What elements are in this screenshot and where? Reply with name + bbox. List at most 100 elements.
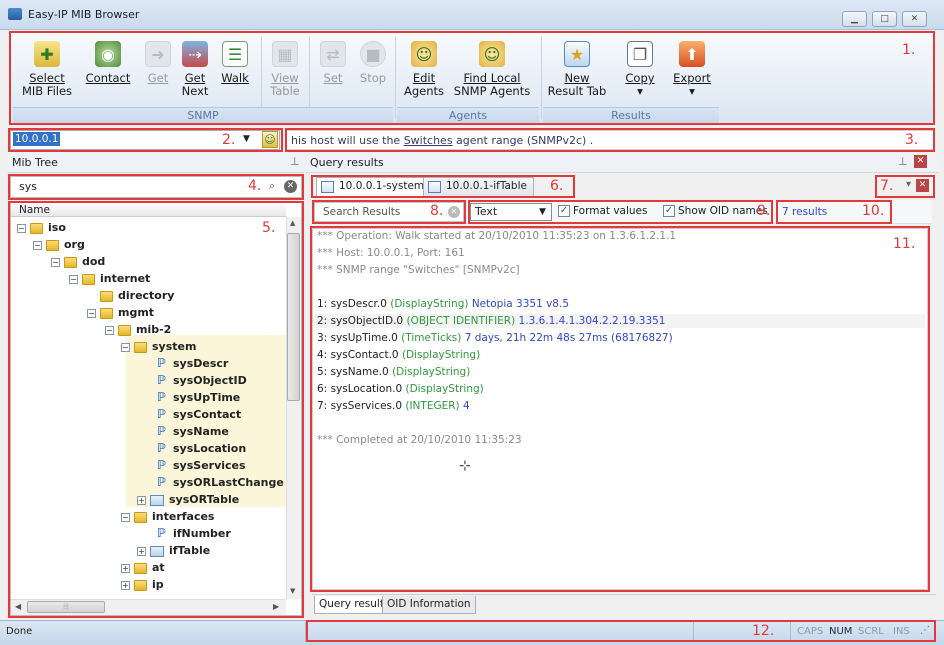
set-button[interactable]: ⇄ Set — [315, 41, 351, 85]
result-count: 7 results — [782, 206, 828, 218]
tree-vertical-scroll-thumb[interactable] — [287, 233, 300, 401]
clear-search-icon[interactable]: ✕ — [284, 180, 297, 193]
get-icon: ➜ — [145, 41, 171, 67]
host-dropdown-icon[interactable]: ▼ — [243, 134, 250, 144]
result-line[interactable]: 5: sysName.0 (DisplayString) — [317, 365, 470, 379]
stop-button[interactable]: ■ Stop — [355, 41, 391, 85]
annotation-4: 4. — [248, 178, 262, 194]
new-result-tab-button[interactable]: ★ New Result Tab — [547, 41, 607, 98]
format-values-checkbox[interactable]: ✓ — [558, 205, 570, 217]
get-button[interactable]: ➜ Get — [141, 41, 175, 85]
tab-oid-information[interactable]: OID Information — [382, 596, 476, 614]
search-icon[interactable]: ⌕ — [269, 179, 275, 193]
tree-node-iso[interactable]: − iso — [17, 219, 66, 236]
annotation-10: 10. — [862, 203, 885, 219]
close-pane-icon[interactable]: ✕ — [914, 155, 927, 168]
get-next-button[interactable]: ⇢ Get Next — [177, 41, 213, 98]
annotation-5: 5. — [262, 220, 276, 236]
resize-grip-icon[interactable]: ⋰ — [920, 625, 934, 639]
operation-line: *** Operation: Walk started at 20/10/201… — [317, 230, 677, 242]
pin-icon[interactable]: ⊥ — [898, 155, 908, 168]
tree-node-sysortable[interactable]: + sysORTable — [137, 491, 239, 508]
result-tab-icon — [321, 181, 334, 193]
result-line[interactable]: 4: sysContact.0 (DisplayString) — [317, 348, 480, 362]
minimize-button[interactable]: ▁ — [842, 11, 867, 27]
tree-node-org[interactable]: − org — [33, 236, 85, 253]
tab-10-0-0-1-system[interactable]: 10.0.0.1-system — [316, 177, 432, 197]
tree-node-at[interactable]: + at — [121, 559, 165, 576]
contact-button[interactable]: ◉ Contact — [83, 41, 133, 85]
status-text: Done — [6, 626, 33, 637]
show-oid-names-checkbox[interactable]: ✓ — [663, 205, 675, 217]
tree-leaf-sysobjectid[interactable]: ℙsysObjectID — [157, 372, 247, 389]
leaf-icon: ℙ — [157, 373, 166, 387]
result-line[interactable]: 6: sysLocation.0 (DisplayString) — [317, 382, 484, 396]
tab-10-0-0-1-iftable[interactable]: 10.0.0.1-ifTable — [423, 177, 534, 196]
num-indicator: NUM — [829, 626, 853, 637]
tree-node-iftable[interactable]: + ifTable — [137, 542, 210, 559]
host-info-prefix: his host will use the — [291, 134, 404, 147]
result-tab-icon — [428, 181, 441, 193]
maximize-button[interactable]: □ — [872, 11, 897, 27]
tree-leaf-sysorlastchange[interactable]: ℙsysORLastChange — [157, 474, 284, 491]
tree-leaf-ifnumber[interactable]: ℙifNumber — [157, 525, 231, 542]
select-mib-files-button[interactable]: ✚ Select MIB Files — [19, 41, 75, 98]
tree-node-system[interactable]: − system — [121, 338, 196, 355]
find-local-agents-button[interactable]: ☺ Find Local SNMP Agents — [453, 41, 531, 98]
pin-icon[interactable]: ⊥ — [290, 155, 300, 168]
copy-button[interactable]: ❐ Copy ▾ — [619, 41, 661, 98]
app-icon — [8, 8, 22, 20]
export-button[interactable]: ⬆ Export ▾ — [671, 41, 713, 98]
walk-button[interactable]: ☰ Walk — [217, 41, 253, 85]
mib-tree-header: Mib Tree ⊥ — [8, 153, 304, 173]
host-info-bar: his host will use the Switches agent ran… — [286, 130, 934, 150]
get-next-icon: ⇢ — [182, 41, 208, 67]
query-results-header: Query results ⊥ ✕ — [306, 153, 938, 173]
result-line[interactable]: 1: sysDescr.0 (DisplayString) Netopia 33… — [317, 297, 569, 311]
folder-icon — [134, 511, 147, 523]
scroll-up-icon[interactable]: ▲ — [290, 219, 295, 227]
agent-icon[interactable]: ☺ — [262, 131, 278, 148]
tree-horizontal-scroll-thumb[interactable]: ⦙⦙⦙ — [27, 601, 105, 613]
scroll-right-icon[interactable]: ▶ — [273, 602, 279, 611]
folder-icon — [30, 222, 43, 234]
close-tab-icon[interactable]: ✕ — [916, 179, 929, 192]
tree-leaf-sysservices[interactable]: ℙsysServices — [157, 457, 246, 474]
tree-leaf-syscontact[interactable]: ℙsysContact — [157, 406, 241, 423]
tree-leaf-syslocation[interactable]: ℙsysLocation — [157, 440, 246, 457]
edit-agents-button[interactable]: ☺ Edit Agents — [401, 41, 447, 98]
name-column-header[interactable]: Name — [11, 203, 286, 217]
walk-icon: ☰ — [222, 41, 248, 67]
tree-node-ip[interactable]: + ip — [121, 576, 164, 593]
export-icon: ⬆ — [679, 41, 705, 67]
tree-leaf-sysuptime[interactable]: ℙsysUpTime — [157, 389, 240, 406]
tree-leaf-sysname[interactable]: ℙsysName — [157, 423, 229, 440]
tree-node-dod[interactable]: − dod — [51, 253, 105, 270]
format-select[interactable]: Text ▼ — [470, 203, 552, 221]
result-line[interactable]: 7: sysServices.0 (INTEGER) 4 — [317, 399, 470, 413]
clear-results-search-icon[interactable]: ✕ — [448, 206, 460, 218]
tree-node-directory[interactable]: directory — [100, 287, 174, 304]
tree-node-interfaces[interactable]: − interfaces — [121, 508, 214, 525]
tree-node-mib-2[interactable]: − mib-2 — [105, 321, 171, 338]
result-line[interactable]: 2: sysObjectID.0 (OBJECT IDENTIFIER) 1.3… — [313, 314, 925, 328]
copy-icon: ❐ — [627, 41, 653, 67]
switches-range-link[interactable]: Switches — [404, 134, 453, 147]
leaf-icon: ℙ — [157, 356, 166, 370]
tree-node-internet[interactable]: − internet — [69, 270, 150, 287]
folder-icon — [118, 324, 131, 336]
annotation-8: 8. — [430, 203, 444, 219]
tree-node-mgmt[interactable]: − mgmt — [87, 304, 154, 321]
stop-icon: ■ — [360, 41, 386, 67]
group-label-snmp: SNMP — [13, 107, 393, 123]
query-output-panel: *** Operation: Walk started at 20/10/201… — [312, 228, 928, 590]
scroll-down-icon[interactable]: ▼ — [290, 587, 295, 595]
folder-icon — [64, 256, 77, 268]
select-mib-files-icon: ✚ — [34, 41, 60, 67]
annotation-7: 7. — [880, 178, 894, 194]
scroll-left-icon[interactable]: ◀ — [15, 602, 21, 611]
close-button[interactable]: ✕ — [902, 11, 927, 27]
view-table-button[interactable]: ▦ View Table — [267, 41, 303, 98]
result-line[interactable]: 3: sysUpTime.0 (TimeTicks) 7 days, 21h 2… — [317, 331, 673, 345]
tree-leaf-sysdescr[interactable]: ℙsysDescr — [157, 355, 228, 372]
